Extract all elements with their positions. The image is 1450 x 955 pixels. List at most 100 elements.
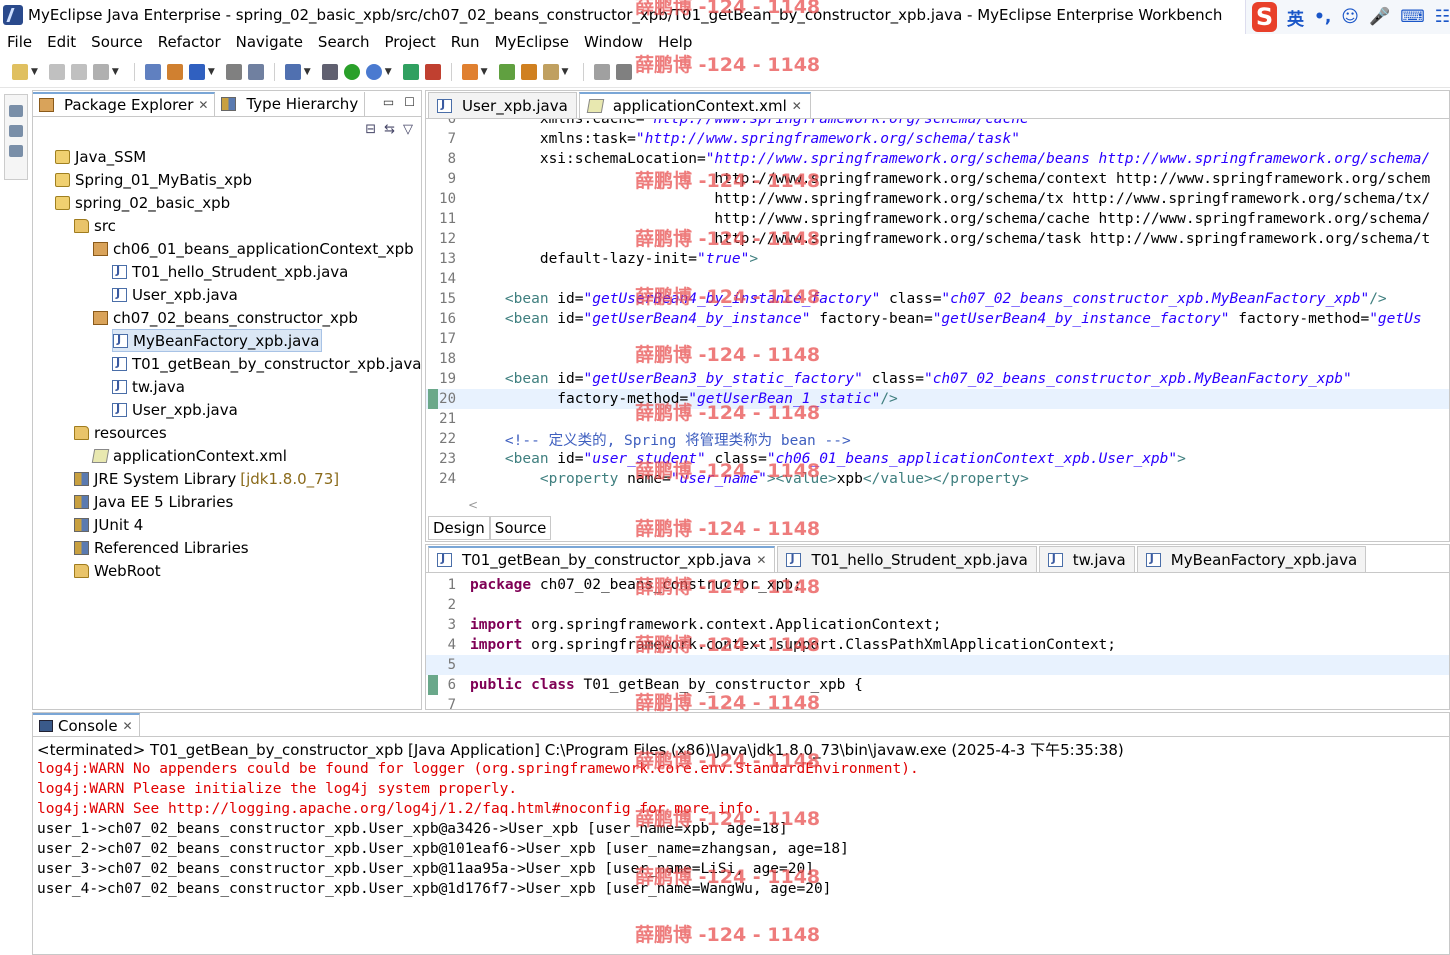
- nav-forward-icon[interactable]: [616, 63, 633, 80]
- tab-package-explorer[interactable]: Package Explorer ✕: [33, 92, 216, 116]
- menu-help[interactable]: Help: [658, 33, 692, 51]
- tree-item[interactable]: WebRoot: [74, 559, 161, 582]
- close-icon[interactable]: ✕: [756, 553, 766, 567]
- editor-tab[interactable]: T01_hello_Strudent_xpb.java: [777, 546, 1037, 572]
- save-icon[interactable]: [48, 63, 65, 80]
- servers-icon[interactable]: [9, 145, 23, 157]
- coverage-icon[interactable]: [402, 63, 419, 80]
- tree-item[interactable]: spring_02_basic_xpb: [55, 191, 230, 214]
- chevron-down-icon[interactable]: ▼: [31, 67, 38, 77]
- tree-item[interactable]: src: [74, 214, 116, 237]
- ime-menu-icon[interactable]: ☷: [1435, 7, 1450, 27]
- menu-search[interactable]: Search: [318, 33, 370, 51]
- chevron-down-icon[interactable]: ▼: [385, 67, 392, 77]
- tree-item[interactable]: MyBeanFactory_xpb.java: [112, 329, 323, 352]
- menu-myeclipse[interactable]: MyEclipse: [495, 33, 569, 51]
- line-number: 8: [447, 151, 456, 167]
- close-icon[interactable]: ✕: [198, 98, 208, 112]
- menu-refactor[interactable]: Refactor: [158, 33, 221, 51]
- chevron-down-icon[interactable]: ▼: [112, 67, 119, 77]
- editor-tab[interactable]: applicationContext.xml ✕: [578, 92, 811, 118]
- chevron-down-icon[interactable]: ▼: [208, 67, 215, 77]
- tree-item[interactable]: JUnit 4: [74, 513, 143, 536]
- code-line: 12 http://www.springframework.org/schema…: [426, 229, 1449, 249]
- tree-item[interactable]: User_xpb.java: [112, 398, 238, 421]
- menu-window[interactable]: Window: [584, 33, 643, 51]
- line-number: 10: [439, 191, 456, 207]
- view-menu-chevron-down-icon[interactable]: ▽: [403, 122, 413, 137]
- run-server-icon[interactable]: [284, 63, 301, 80]
- chevron-down-icon[interactable]: ▼: [481, 67, 488, 77]
- ime-emoji-icon[interactable]: ☺: [1341, 7, 1359, 27]
- ime-punctuation-icon[interactable]: •,: [1314, 7, 1331, 27]
- tree-item[interactable]: Referenced Libraries: [74, 536, 249, 559]
- open-type-icon[interactable]: [498, 63, 515, 80]
- menu-source[interactable]: Source: [91, 33, 143, 51]
- chevron-down-icon[interactable]: ▼: [562, 67, 569, 77]
- maximize-icon[interactable]: ☐: [404, 95, 415, 109]
- console-output[interactable]: log4j:WARN No appenders could be found f…: [33, 761, 1449, 901]
- print-icon[interactable]: [92, 63, 109, 80]
- tree-item[interactable]: T01_getBean_by_constructor_xpb.java: [112, 352, 421, 375]
- box-blue-icon[interactable]: [188, 63, 205, 80]
- link-editor-icon[interactable]: ⇆: [384, 122, 395, 137]
- java-file-icon: [437, 98, 452, 113]
- scroll-left-icon[interactable]: <: [468, 498, 478, 512]
- chevron-down-icon[interactable]: ▼: [304, 67, 311, 77]
- outline-icon[interactable]: [9, 125, 23, 137]
- menu-edit[interactable]: Edit: [47, 33, 76, 51]
- tab-design[interactable]: Design: [428, 517, 490, 540]
- tab-source[interactable]: Source: [489, 517, 552, 540]
- tree-item[interactable]: T01_hello_Strudent_xpb.java: [112, 260, 348, 283]
- java-code-area[interactable]: 1 package ch07_02_beans_constructor_xpb; 2…: [426, 575, 1449, 709]
- tree-item[interactable]: JRE System Library [jdk1.8.0_73]: [74, 467, 339, 490]
- new-class-icon[interactable]: [461, 63, 478, 80]
- menu-project[interactable]: Project: [384, 33, 435, 51]
- close-icon[interactable]: ✕: [792, 99, 802, 113]
- menu-run[interactable]: Run: [451, 33, 480, 51]
- close-icon[interactable]: ✕: [123, 719, 133, 733]
- tree-item[interactable]: ch06_01_beans_applicationContext_xpb: [93, 237, 414, 260]
- nav-back-icon[interactable]: [594, 63, 611, 80]
- tree-item[interactable]: User_xpb.java: [112, 283, 238, 306]
- line-number: 15: [439, 291, 456, 307]
- save-all-icon[interactable]: [70, 63, 87, 80]
- external-tools-icon[interactable]: [424, 63, 441, 80]
- minimize-icon[interactable]: ▭: [383, 95, 394, 109]
- tree-item[interactable]: Java EE 5 Libraries: [74, 490, 233, 513]
- tab-type-hierarchy[interactable]: Type Hierarchy: [215, 92, 366, 116]
- tree-item[interactable]: resources: [74, 421, 167, 444]
- db-icon[interactable]: [321, 63, 338, 80]
- server-icon[interactable]: [225, 63, 242, 80]
- ime-voice-icon[interactable]: 🎤: [1369, 7, 1390, 27]
- deploy-icon[interactable]: [247, 63, 264, 80]
- collapse-all-icon[interactable]: ⊟: [365, 122, 376, 137]
- editor-tab[interactable]: MyBeanFactory_xpb.java: [1136, 546, 1367, 572]
- ime-language-toggle[interactable]: 英: [1287, 5, 1304, 30]
- restore-icon[interactable]: [9, 105, 23, 117]
- line-number: 12: [439, 231, 456, 247]
- menu-navigate[interactable]: Navigate: [236, 33, 303, 51]
- tree-item[interactable]: Java_SSM: [55, 145, 146, 168]
- editor-tab[interactable]: User_xpb.java: [428, 92, 577, 118]
- tree-item[interactable]: Spring_01_MyBatis_xpb: [55, 168, 252, 191]
- box-icon[interactable]: [166, 63, 183, 80]
- code-text: <bean id="getUserBean4_by_instance" fact…: [504, 311, 1422, 327]
- tree-item[interactable]: applicationContext.xml: [91, 444, 287, 467]
- menu-file[interactable]: File: [7, 33, 32, 51]
- new-web-icon[interactable]: [144, 63, 161, 80]
- ime-keyboard-icon[interactable]: ⌨: [1400, 7, 1425, 27]
- editor-tab[interactable]: T01_getBean_by_constructor_xpb.java ✕: [428, 546, 776, 572]
- annotation-icon[interactable]: [542, 63, 559, 80]
- debug-icon[interactable]: [365, 63, 382, 80]
- run-icon[interactable]: [343, 63, 360, 80]
- tab-console[interactable]: Console ✕: [33, 713, 140, 736]
- tree-item[interactable]: ch07_02_beans_constructor_xpb: [93, 306, 358, 329]
- sogou-logo-icon[interactable]: S: [1252, 2, 1277, 32]
- ime-toolbar[interactable]: S 英 •, ☺ 🎤 ⌨ ☷: [1245, 0, 1450, 34]
- search-icon[interactable]: [520, 63, 537, 80]
- tree-item[interactable]: tw.java: [112, 375, 185, 398]
- xml-code-area[interactable]: 6 xmlns:cache="http://www.springframewor…: [426, 119, 1449, 497]
- new-icon[interactable]: [12, 63, 28, 80]
- editor-tab[interactable]: tw.java: [1038, 546, 1135, 572]
